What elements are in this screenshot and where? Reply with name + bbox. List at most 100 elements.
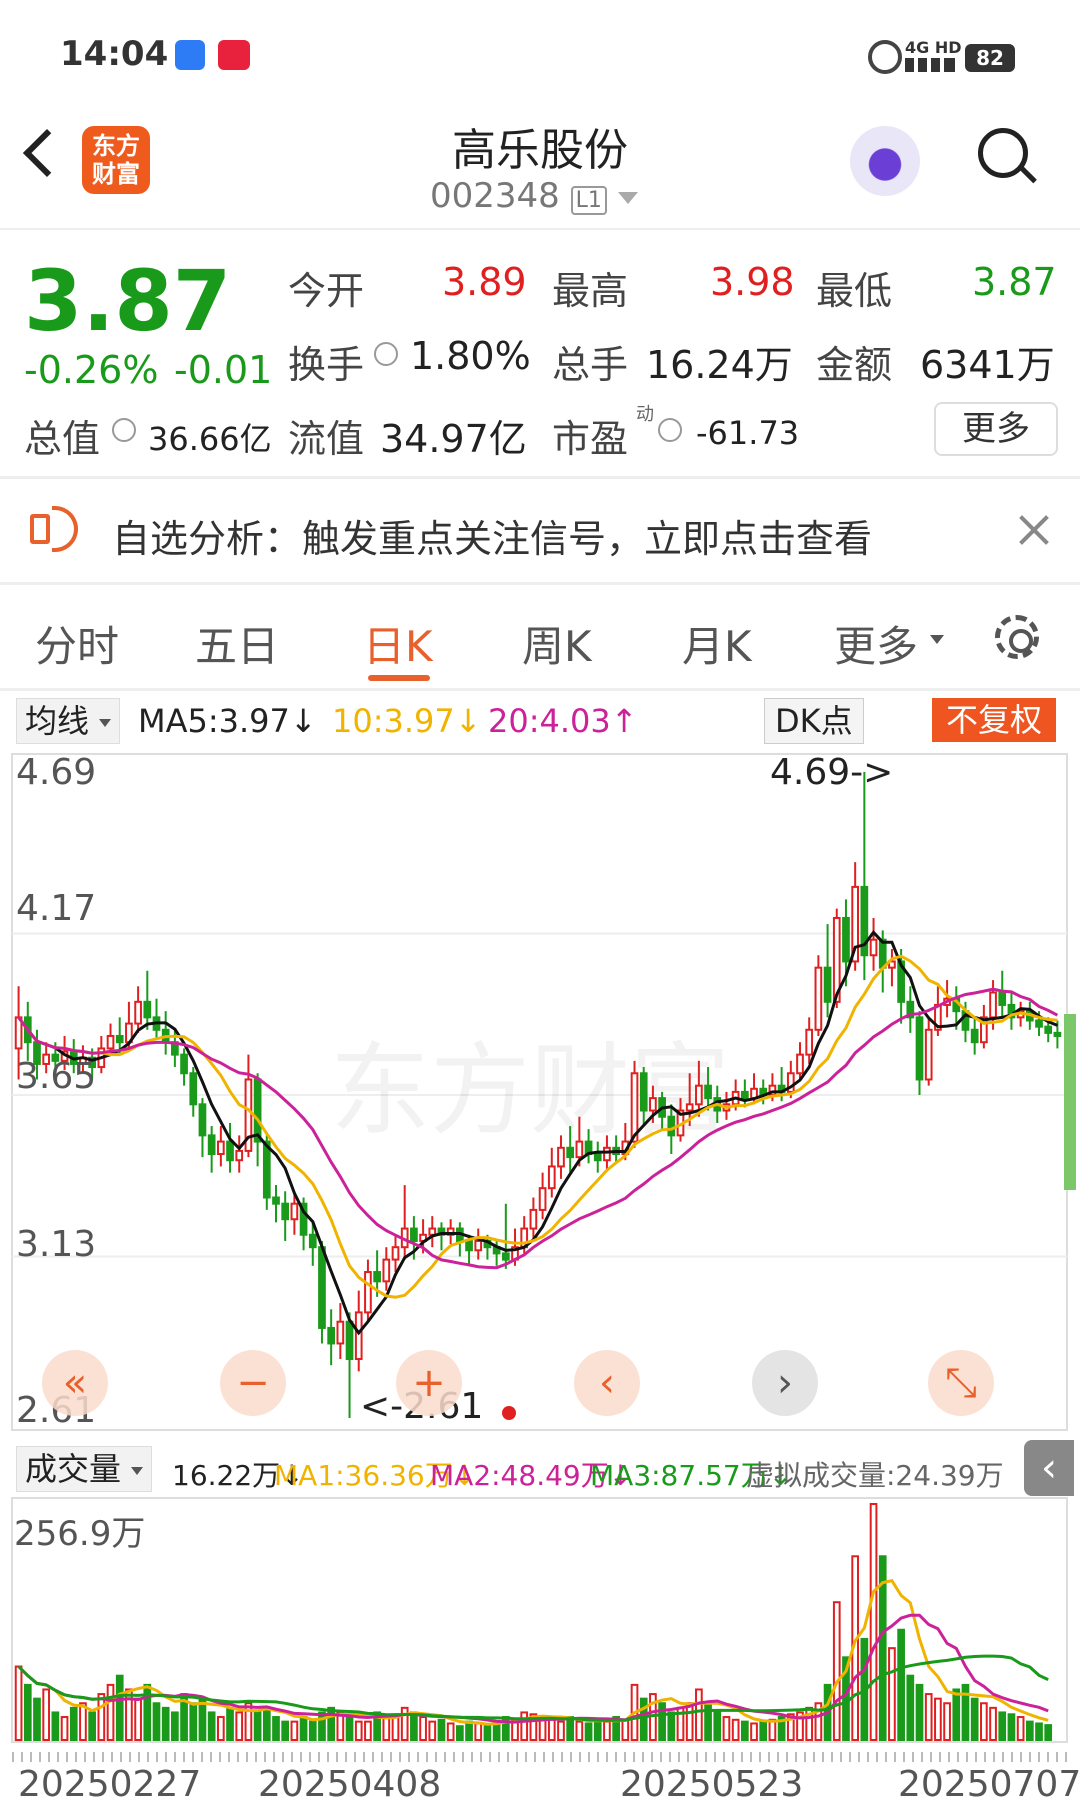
volume-bar	[713, 1711, 722, 1742]
chevron-down-icon	[617, 191, 638, 204]
low-label: 最低	[816, 269, 893, 313]
fullscreen-button[interactable]: ⤡	[928, 1350, 994, 1416]
more-button[interactable]: 更多	[934, 402, 1058, 456]
volume-bar	[685, 1702, 694, 1741]
stock-code: 002348	[430, 176, 560, 216]
volume-select-label: 成交量	[25, 1450, 122, 1488]
volume-bar	[998, 1711, 1007, 1742]
amount-label: 金额	[816, 343, 893, 387]
tab-more[interactable]: 更多	[834, 613, 918, 674]
stock-code-row[interactable]: 002348 L1	[430, 176, 650, 216]
scroll-left-fast-button[interactable]: «	[42, 1350, 108, 1416]
y-label-max: 4.69	[16, 752, 97, 793]
pe-value: -61.73	[696, 414, 800, 452]
tab-five-day[interactable]: 五日	[195, 613, 279, 674]
tab-monthly-k[interactable]: 月K	[682, 613, 752, 674]
volume-bar	[1016, 1716, 1025, 1741]
volume-bar	[400, 1706, 409, 1741]
candle-body	[593, 1153, 602, 1162]
candle-body	[603, 1146, 611, 1162]
zoom-out-button[interactable]: −	[220, 1350, 286, 1416]
volume-bar	[382, 1716, 391, 1741]
amount-value: 6341万	[920, 343, 1055, 387]
current-price: 3.87	[24, 252, 232, 350]
ma10-legend: 10:3.97↓	[332, 702, 482, 740]
tab-intraday[interactable]: 分时	[35, 613, 119, 674]
pe-label: 市盈	[552, 417, 629, 461]
volume-bar	[547, 1718, 556, 1741]
date-label-1: 20250227	[18, 1764, 202, 1805]
volume-bar	[1035, 1722, 1043, 1742]
indicator-select[interactable]: 均线	[16, 698, 121, 744]
candle-body	[336, 1320, 345, 1345]
info-icon[interactable]	[112, 418, 136, 442]
vol-value: 16.22万	[172, 1459, 281, 1492]
dk-point-button[interactable]: DK点	[764, 698, 864, 744]
volume-bar	[980, 1702, 988, 1741]
volume-bar	[262, 1706, 271, 1741]
scroll-left-button[interactable]: ‹	[574, 1350, 640, 1416]
network-label: 4G HD	[905, 38, 962, 57]
volume-chart[interactable]: 256.9万	[0, 1496, 1080, 1746]
volume-bar	[364, 1720, 372, 1741]
candle-body	[639, 1072, 648, 1112]
volume-bar	[1025, 1720, 1034, 1741]
volume-bar	[161, 1706, 170, 1741]
ma20-value: 20:4.03	[488, 702, 611, 740]
candle-body	[924, 1028, 933, 1081]
volume-bar	[345, 1716, 354, 1741]
candle-body	[134, 1000, 142, 1025]
candle-body	[869, 938, 878, 957]
scroll-right-button[interactable]: ›	[752, 1350, 818, 1416]
tab-daily-k[interactable]: 日K	[363, 613, 433, 674]
robot-avatar[interactable]	[850, 126, 920, 196]
zoom-in-button[interactable]: +	[396, 1350, 462, 1416]
candle-body	[198, 1103, 207, 1137]
volume-bar	[152, 1702, 161, 1741]
kline-chart[interactable]: 东方财富 4.69 4.17 3.65 3.13 2.61 4.69-> <-2…	[0, 750, 1080, 1434]
candle-body	[262, 1140, 271, 1199]
info-icon[interactable]	[374, 342, 398, 366]
candle-body	[823, 966, 832, 1003]
candle-body	[235, 1149, 244, 1162]
volume-bar	[557, 1720, 565, 1741]
adjust-button[interactable]: 不复权	[932, 698, 1057, 742]
volume-bar	[934, 1697, 942, 1742]
header: 东方 财富 高乐股份 002348 L1	[0, 90, 1080, 230]
tab-weekly-k[interactable]: 周K	[522, 613, 592, 674]
indicator-select-label: 均线	[25, 702, 90, 740]
kline-svg: 东方财富	[11, 753, 1068, 1431]
volume-bar	[704, 1702, 712, 1741]
volume-bar	[1007, 1713, 1016, 1741]
volume-indicator-select[interactable]: 成交量	[16, 1446, 153, 1492]
open-value: 3.89	[442, 260, 527, 304]
candle-body	[796, 1053, 804, 1075]
gear-icon[interactable]	[995, 615, 1039, 659]
candle-body	[382, 1258, 391, 1283]
volume-bar	[915, 1683, 924, 1741]
volume-bar	[134, 1697, 142, 1742]
candle-body	[115, 1034, 124, 1044]
ma5-value: MA5:3.97	[138, 702, 290, 740]
dk-label: DK点	[775, 702, 853, 740]
volume-bar	[906, 1674, 915, 1741]
volume-bar	[97, 1693, 106, 1742]
volume-bar	[483, 1725, 492, 1742]
volume-bar	[23, 1683, 32, 1741]
collapse-panel-button[interactable]: ‹	[1024, 1440, 1074, 1496]
volume-bar	[888, 1647, 896, 1742]
alert-banner[interactable]: 自选分析：触发重点关注信号，立即点击查看	[0, 480, 1080, 582]
volume-bar	[566, 1716, 575, 1741]
volume-bar	[446, 1722, 455, 1742]
date-ticks	[12, 1752, 1067, 1762]
volume-bar	[235, 1711, 244, 1742]
search-icon[interactable]	[978, 128, 1037, 184]
volume-bar	[410, 1711, 418, 1742]
date-axis: 20250227 20250408 20250523 20250707	[0, 1752, 1080, 1812]
candle-body	[566, 1146, 575, 1159]
float-value: 34.97亿	[380, 417, 527, 461]
volume-bar	[759, 1720, 768, 1741]
candle-body	[649, 1097, 657, 1112]
volume-bar	[88, 1711, 96, 1742]
info-icon[interactable]	[658, 418, 682, 442]
